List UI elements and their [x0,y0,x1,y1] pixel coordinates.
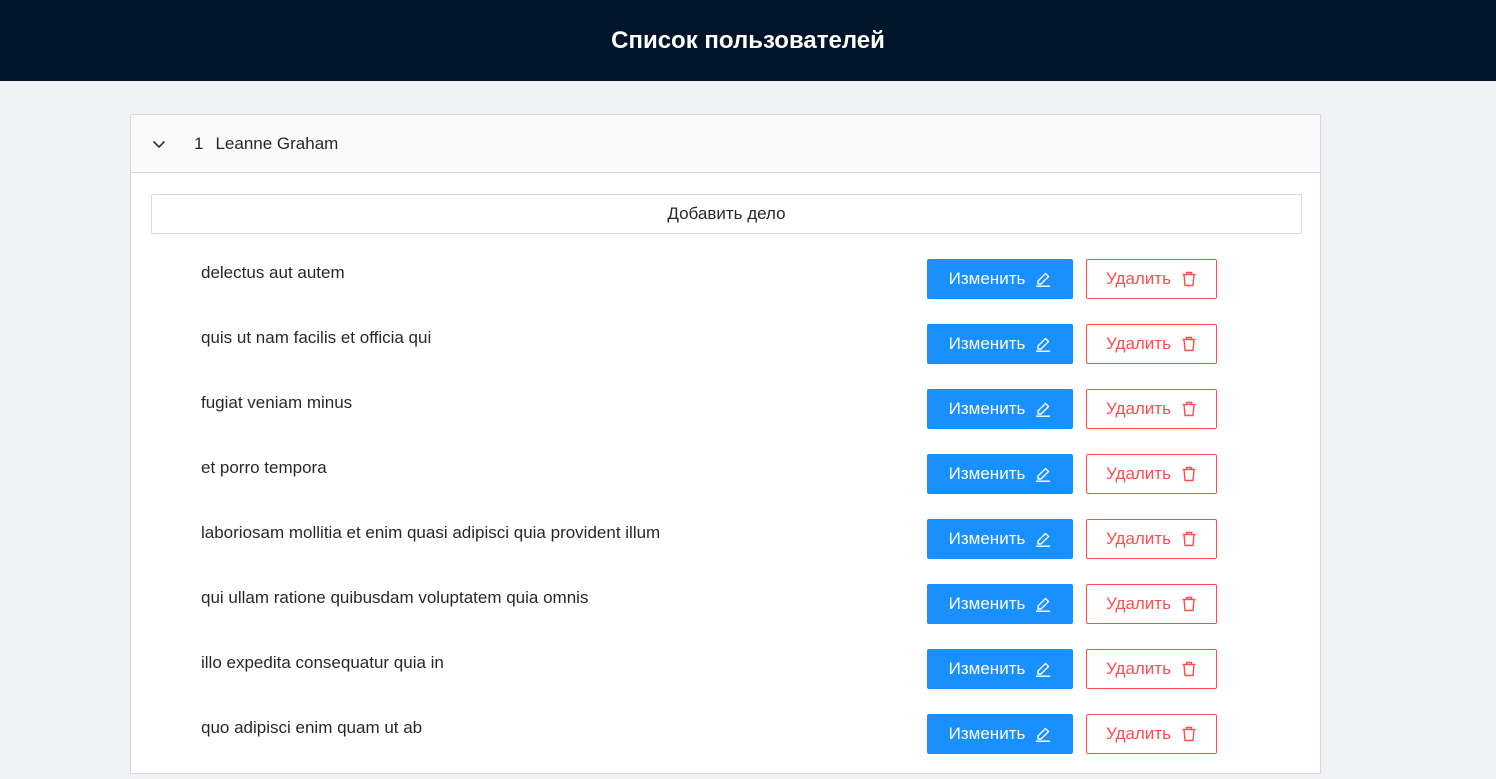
delete-button-label: Удалить [1106,464,1171,483]
edit-button[interactable]: Изменить [927,454,1073,494]
delete-button[interactable]: Удалить [1086,389,1217,429]
edit-button[interactable]: Изменить [927,259,1073,299]
app-header: Список пользователей [0,0,1496,81]
edit-button-label: Изменить [948,594,1026,613]
edit-button[interactable]: Изменить [927,519,1073,559]
todo-item: qui ullam ratione quibusdam voluptatem q… [151,584,1300,649]
edit-button[interactable]: Изменить [927,324,1073,364]
delete-button[interactable]: Удалить [1086,454,1217,494]
delete-button[interactable]: Удалить [1086,259,1217,299]
delete-button[interactable]: Удалить [1086,649,1217,689]
edit-button-label: Изменить [948,269,1026,288]
add-todo-button[interactable]: Добавить дело [151,194,1302,234]
delete-button-label: Удалить [1106,724,1171,743]
trash-icon [1181,271,1197,287]
todo-title: quis ut nam facilis et officia qui [201,328,432,347]
edit-icon [1035,271,1051,287]
edit-button-label: Изменить [948,399,1026,418]
todo-title: illo expedita consequatur quia in [201,653,444,672]
delete-button[interactable]: Удалить [1086,714,1217,754]
user-collapse: 1 Leanne Graham Добавить дело delectus a… [130,114,1321,774]
edit-icon [1035,336,1051,352]
todo-title: quo adipisci enim quam ut ab [201,718,423,737]
trash-icon [1181,726,1197,742]
trash-icon [1181,596,1197,612]
trash-icon [1181,401,1197,417]
edit-icon [1035,661,1051,677]
edit-button[interactable]: Изменить [927,389,1073,429]
delete-button-label: Удалить [1106,659,1171,678]
edit-icon [1035,596,1051,612]
user-id: 1 [194,133,204,153]
edit-icon [1035,466,1051,482]
todo-item: laboriosam mollitia et enim quasi adipis… [151,519,1300,584]
todo-item: et porro tempora Изменить Удалить [151,454,1300,519]
user-panel-header[interactable]: 1 Leanne Graham [131,115,1320,173]
todo-title: et porro tempora [201,458,327,477]
edit-button[interactable]: Изменить [927,584,1073,624]
edit-button[interactable]: Изменить [927,714,1073,754]
edit-button[interactable]: Изменить [927,649,1073,689]
todo-title: delectus aut autem [201,263,345,282]
todo-item: quis ut nam facilis et officia qui Измен… [151,324,1300,389]
todo-title: fugiat veniam minus [201,393,353,412]
edit-icon [1035,531,1051,547]
trash-icon [1181,466,1197,482]
todo-item: delectus aut autem Изменить Удалить [151,259,1300,324]
edit-button-label: Изменить [948,724,1026,743]
edit-button-label: Изменить [948,659,1026,678]
delete-button[interactable]: Удалить [1086,519,1217,559]
delete-button-label: Удалить [1106,399,1171,418]
delete-button[interactable]: Удалить [1086,324,1217,364]
todo-title: laboriosam mollitia et enim quasi adipis… [201,523,661,542]
edit-button-label: Изменить [948,334,1026,353]
delete-button-label: Удалить [1106,594,1171,613]
chevron-down-icon[interactable] [131,115,187,173]
todo-item: illo expedita consequatur quia in Измени… [151,649,1300,714]
user-name: Leanne Graham [215,133,339,153]
edit-icon [1035,726,1051,742]
trash-icon [1181,336,1197,352]
todo-list: delectus aut autem Изменить Удалить quis… [151,259,1300,779]
page-title: Список пользователей [611,26,885,54]
todo-item: quo adipisci enim quam ut ab Изменить Уд… [151,714,1300,779]
todo-item: fugiat veniam minus Изменить Удалить [151,389,1300,454]
trash-icon [1181,531,1197,547]
delete-button[interactable]: Удалить [1086,584,1217,624]
edit-button-label: Изменить [948,529,1026,548]
edit-icon [1035,401,1051,417]
delete-button-label: Удалить [1106,334,1171,353]
edit-button-label: Изменить [948,464,1026,483]
delete-button-label: Удалить [1106,269,1171,288]
trash-icon [1181,661,1197,677]
todo-title: qui ullam ratione quibusdam voluptatem q… [201,588,589,607]
user-panel-body: Добавить дело delectus aut autem Изменит… [131,173,1320,779]
delete-button-label: Удалить [1106,529,1171,548]
